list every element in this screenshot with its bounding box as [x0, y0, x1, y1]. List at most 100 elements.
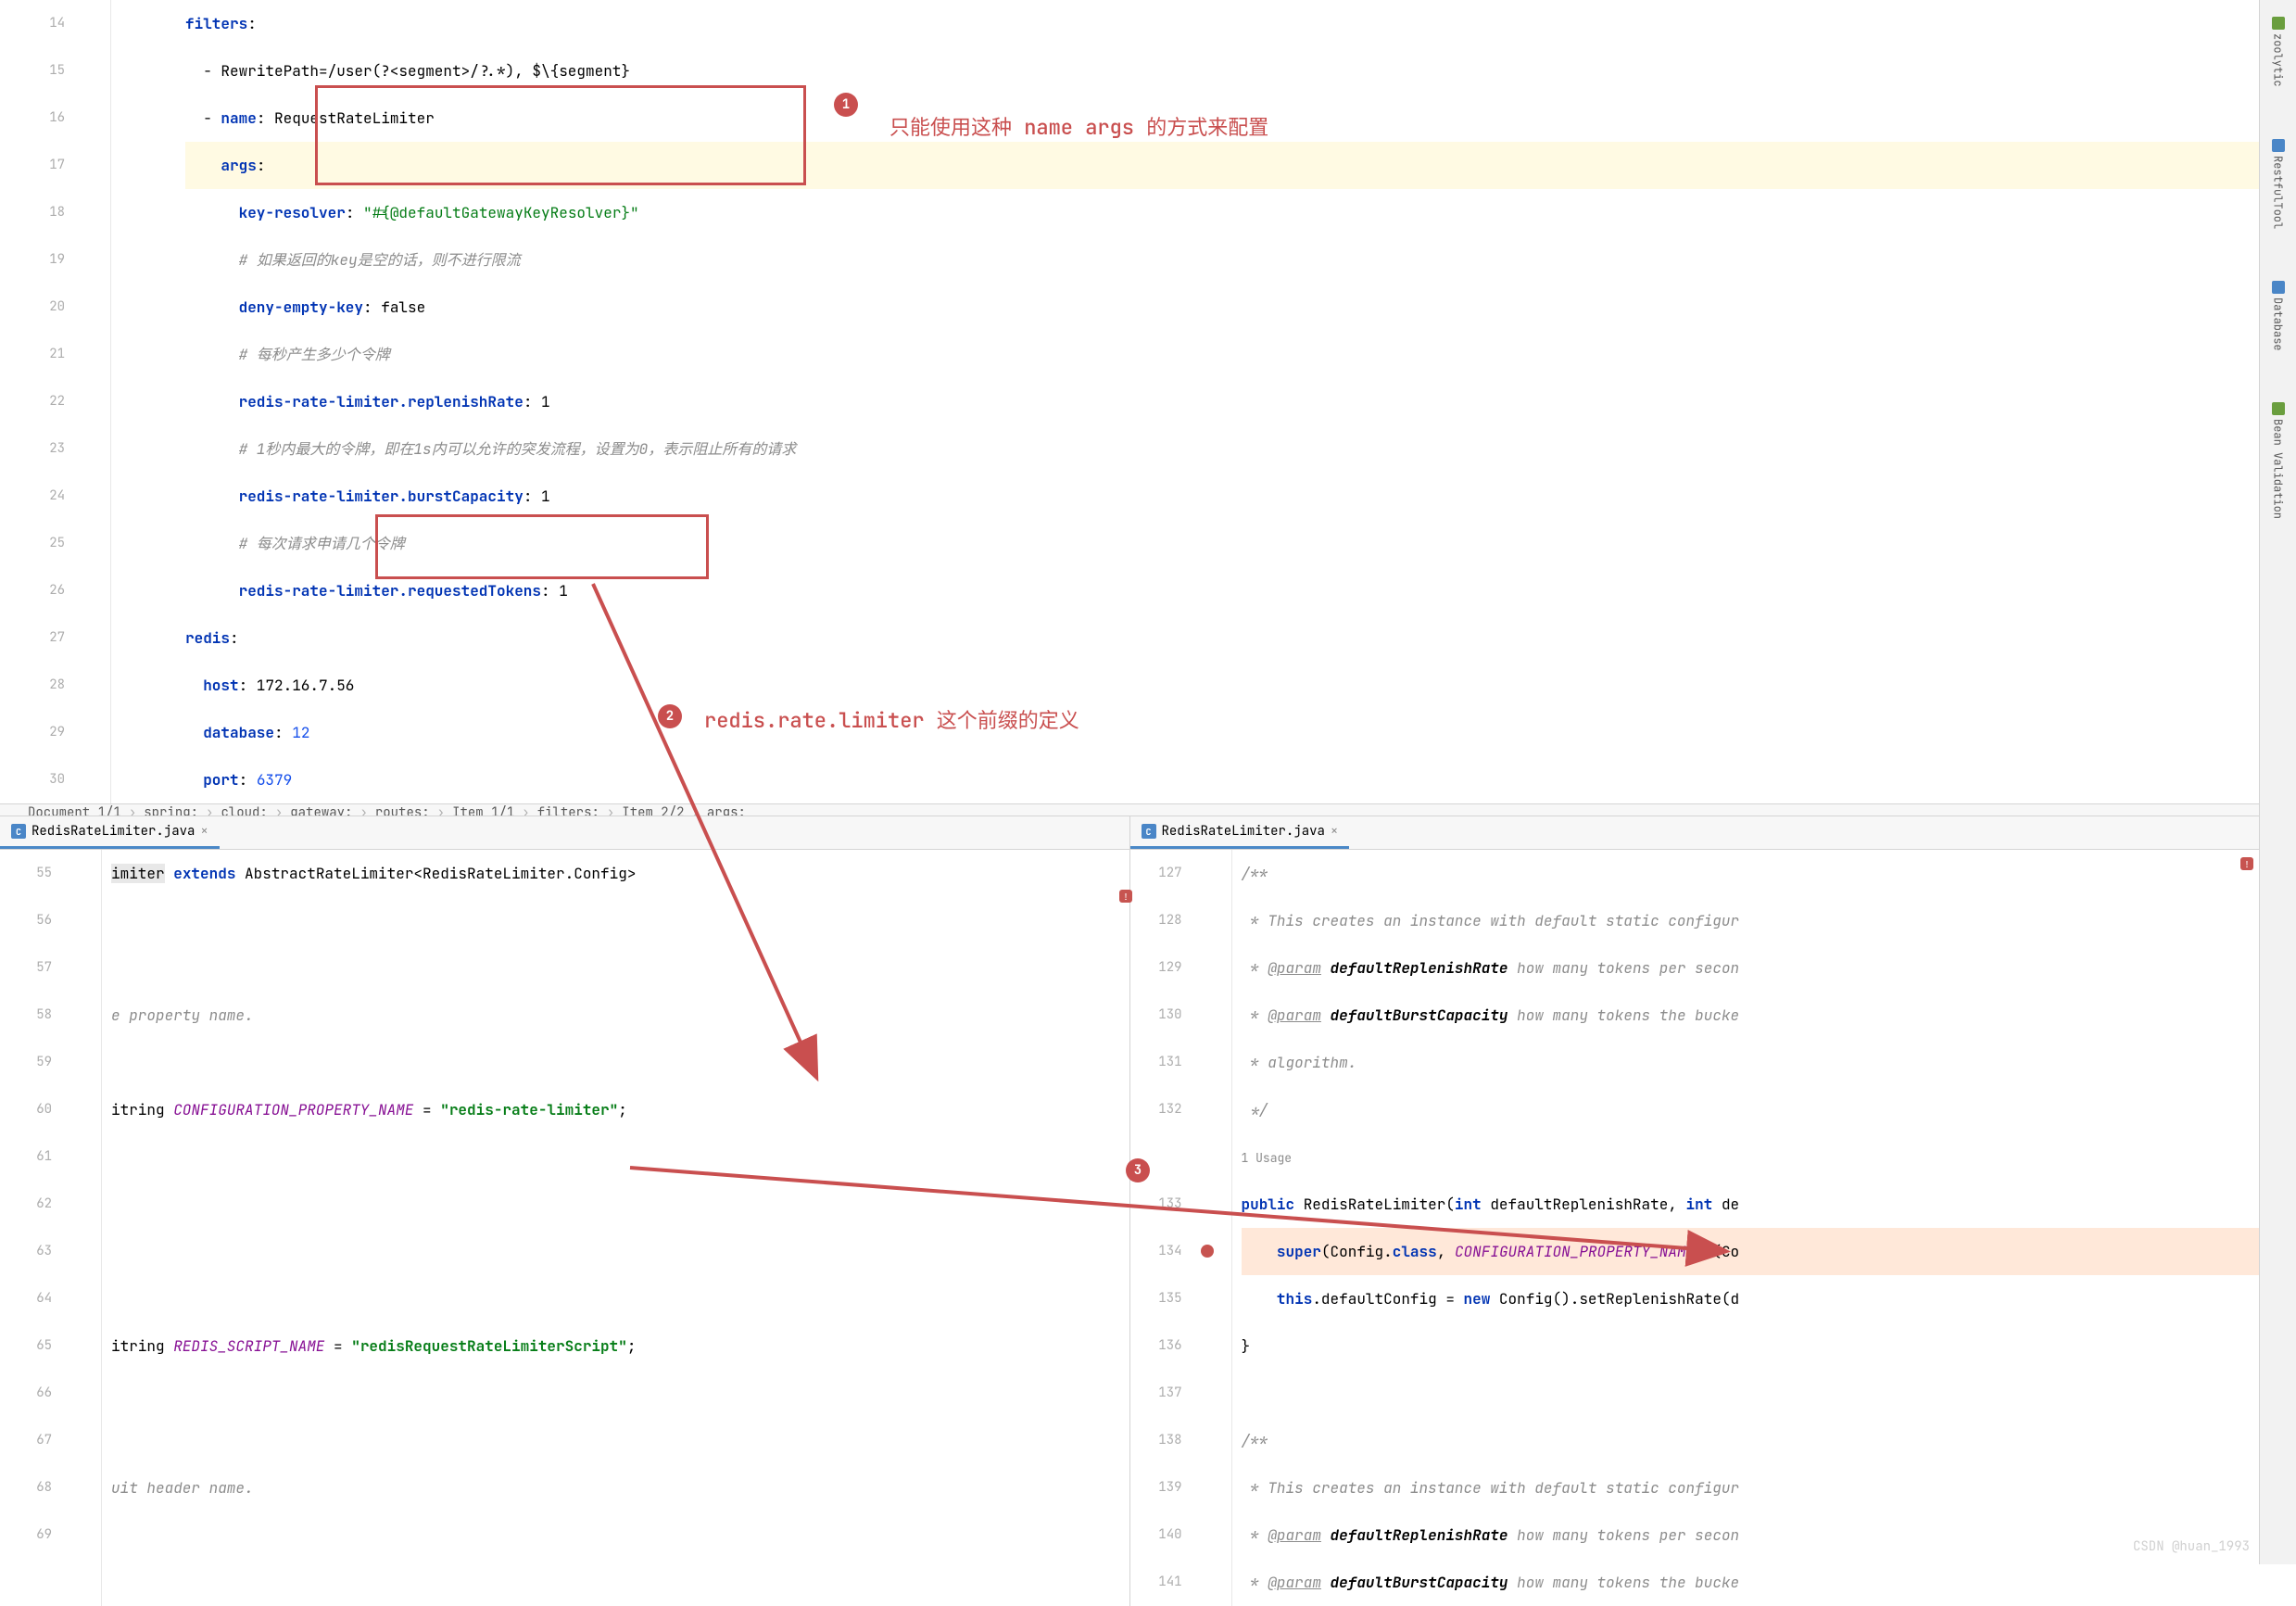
code-line[interactable]: database: 12 [185, 709, 2259, 756]
tool-bean validation[interactable]: Bean Validation [2271, 395, 2286, 526]
fold-cell [1195, 850, 1231, 897]
code-line[interactable]: super(Config.class, CONFIGURATION_PROPER… [1242, 1228, 2260, 1275]
code-line[interactable]: * @param defaultReplenishRate how many t… [1242, 944, 2260, 992]
code-line[interactable]: uit header name. [111, 1464, 1129, 1511]
annotation-badge-1: 1 [834, 93, 858, 117]
fold-cell [1195, 1181, 1231, 1228]
line-number: 60 [0, 1086, 52, 1133]
line-number: 65 [0, 1322, 52, 1370]
tool-zoolytic[interactable]: zoolytic [2271, 9, 2286, 95]
code-line[interactable]: redis-rate-limiter.burstCapacity: 1 [185, 473, 2259, 520]
line-number: 138 [1130, 1417, 1182, 1464]
line-number: 61 [0, 1133, 52, 1181]
breakpoint-icon[interactable] [1201, 1245, 1214, 1258]
tab-right[interactable]: C RedisRateLimiter.java × [1130, 816, 1350, 849]
code-line[interactable]: itring REDIS_SCRIPT_NAME = "redisRequest… [111, 1322, 1129, 1370]
annotation-badge-3: 3 [1126, 1158, 1150, 1182]
java-code-right[interactable]: /** * This creates an instance with defa… [1232, 850, 2260, 1606]
line-number: 64 [0, 1275, 52, 1322]
code-line[interactable] [111, 1511, 1129, 1559]
code-line[interactable]: # 1秒内最大的令牌，即在1s内可以允许的突发流程，设置为0，表示阻止所有的请求 [185, 425, 2259, 473]
code-line[interactable]: redis-rate-limiter.replenishRate: 1 [185, 378, 2259, 425]
code-line[interactable]: # 每秒产生多少个令牌 [185, 331, 2259, 378]
code-line[interactable]: key-resolver: "#{@defaultGatewayKeyResol… [185, 189, 2259, 236]
line-number: 14 [0, 0, 65, 47]
code-line[interactable] [111, 1370, 1129, 1417]
code-line[interactable]: host: 172.16.7.56 [185, 662, 2259, 709]
code-line[interactable]: /** [1242, 1417, 2260, 1464]
fold-gutter[interactable] [65, 850, 102, 1606]
watermark: CSDN @huan_1993 [2133, 1538, 2250, 1555]
code-line[interactable]: redis: [185, 614, 2259, 662]
code-line[interactable]: * This creates an instance with default … [1242, 897, 2260, 944]
line-number: 22 [0, 378, 65, 425]
annotation-text-2: redis.rate.limiter 这个前缀的定义 [704, 704, 1079, 734]
close-icon[interactable]: × [200, 823, 208, 840]
error-indicator-icon[interactable]: ! [1119, 890, 1132, 903]
fold-gutter[interactable] [83, 0, 111, 803]
close-icon[interactable]: × [1331, 823, 1338, 840]
left-java-editor[interactable]: C RedisRateLimiter.java × 55565758596061… [0, 816, 1130, 1606]
java-class-icon: C [1142, 824, 1156, 839]
line-number: 141 [1130, 1559, 1182, 1606]
code-line[interactable]: 1 Usage [1242, 1133, 2260, 1181]
line-number: 26 [0, 567, 65, 614]
line-number: 23 [0, 425, 65, 473]
tool-icon [2272, 402, 2285, 415]
code-line[interactable]: filters: [185, 0, 2259, 47]
code-line[interactable] [111, 1181, 1129, 1228]
code-line[interactable] [1242, 1370, 2260, 1417]
code-line[interactable] [111, 1133, 1129, 1181]
line-number: 67 [0, 1417, 52, 1464]
code-line[interactable] [111, 944, 1129, 992]
java-code-left[interactable]: imiter extends AbstractRateLimiter<Redis… [102, 850, 1129, 1606]
line-number: 28 [0, 662, 65, 709]
code-line[interactable]: * This creates an instance with default … [1242, 1464, 2260, 1511]
code-line[interactable] [111, 1417, 1129, 1464]
line-number: 15 [0, 47, 65, 95]
error-indicator-icon[interactable]: ! [2240, 857, 2253, 870]
code-line[interactable]: /** [1242, 850, 2260, 897]
line-number: 57 [0, 944, 52, 992]
line-number: 66 [0, 1370, 52, 1417]
tab-bar-right: C RedisRateLimiter.java × [1130, 816, 2260, 850]
line-number: 25 [0, 520, 65, 567]
code-line[interactable] [111, 1228, 1129, 1275]
fold-cell [1195, 1417, 1231, 1464]
code-line[interactable]: deny-empty-key: false [185, 284, 2259, 331]
line-number: 69 [0, 1511, 52, 1559]
tool-icon [2272, 281, 2285, 294]
fold-cell [1195, 1370, 1231, 1417]
code-line[interactable] [111, 1275, 1129, 1322]
fold-cell [1195, 1322, 1231, 1370]
code-line[interactable] [111, 1039, 1129, 1086]
fold-cell [1195, 1511, 1231, 1559]
fold-cell [1195, 1039, 1231, 1086]
tool-database[interactable]: Database [2271, 273, 2286, 359]
code-line[interactable]: # 如果返回的key是空的话，则不进行限流 [185, 236, 2259, 284]
code-line[interactable]: imiter extends AbstractRateLimiter<Redis… [111, 850, 1129, 897]
tool-restfultool[interactable]: RestfulTool [2271, 132, 2286, 236]
code-line[interactable]: itring CONFIGURATION_PROPERTY_NAME = "re… [111, 1086, 1129, 1133]
fold-gutter[interactable] [1195, 850, 1232, 1606]
fold-cell [1195, 1133, 1231, 1181]
code-line[interactable] [111, 897, 1129, 944]
line-number: 17 [0, 142, 65, 189]
code-line[interactable]: * @param defaultBurstCapacity how many t… [1242, 1559, 2260, 1606]
tab-left[interactable]: C RedisRateLimiter.java × [0, 816, 220, 849]
code-line[interactable]: e property name. [111, 992, 1129, 1039]
right-java-editor[interactable]: C RedisRateLimiter.java × 12712812913013… [1130, 816, 2260, 1606]
tab-label: RedisRateLimiter.java [32, 823, 195, 840]
code-line[interactable]: public RedisRateLimiter(int defaultReple… [1242, 1181, 2260, 1228]
code-line[interactable]: * @param defaultBurstCapacity how many t… [1242, 992, 2260, 1039]
line-number: 127 [1130, 850, 1182, 897]
line-number: 19 [0, 236, 65, 284]
code-line[interactable]: * @param defaultReplenishRate how many t… [1242, 1511, 2260, 1559]
code-line[interactable]: this.defaultConfig = new Config().setRep… [1242, 1275, 2260, 1322]
code-line[interactable]: * algorithm. [1242, 1039, 2260, 1086]
yaml-editor[interactable]: 1415161718192021222324252627282930 filte… [0, 0, 2259, 816]
line-gutter: 1271281291301311321331341351361371381391… [1130, 850, 1195, 1606]
code-line[interactable]: port: 6379 [185, 756, 2259, 803]
code-line[interactable]: } [1242, 1322, 2260, 1370]
code-line[interactable]: */ [1242, 1086, 2260, 1133]
